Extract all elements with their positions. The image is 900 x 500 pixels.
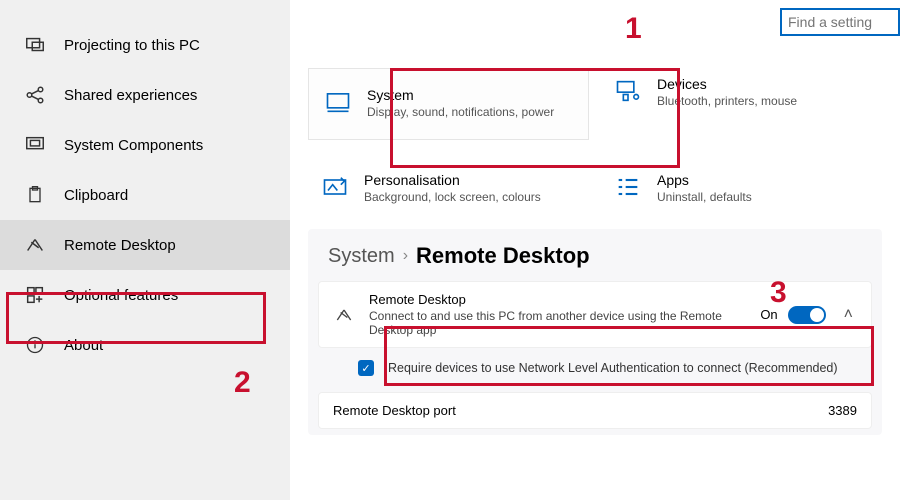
port-value: 3389 <box>828 403 857 418</box>
nla-checkbox[interactable]: ✓ <box>358 360 374 376</box>
share-icon <box>24 84 46 106</box>
breadcrumb-current: Remote Desktop <box>416 243 590 269</box>
chevron-right-icon: › <box>403 247 408 265</box>
content-area: System Display, sound, notifications, po… <box>290 0 900 500</box>
devices-icon <box>613 76 643 106</box>
row-title: Remote Desktop <box>369 292 746 307</box>
projecting-icon <box>24 34 46 56</box>
remote-desktop-port-row[interactable]: Remote Desktop port 3389 <box>318 392 872 429</box>
sidebar-item-label: Optional features <box>64 287 178 304</box>
sidebar-item-label: About <box>64 337 103 354</box>
nla-checkbox-row[interactable]: ✓ Require devices to use Network Level A… <box>318 354 872 386</box>
clipboard-icon <box>24 184 46 206</box>
tile-sub: Display, sound, notifications, power <box>367 105 574 121</box>
toggle-state-label: On <box>760 307 777 322</box>
sidebar-item-optional-features[interactable]: Optional features <box>0 270 290 320</box>
annotation-number-1: 1 <box>625 12 642 46</box>
sidebar-item-shared-experiences[interactable]: Shared experiences <box>0 70 290 120</box>
sidebar-item-label: Shared experiences <box>64 87 197 104</box>
sidebar-item-label: System Components <box>64 137 203 154</box>
row-desc: Connect to and use this PC from another … <box>369 309 746 337</box>
tile-system[interactable]: System Display, sound, notifications, po… <box>308 68 589 140</box>
tile-sub: Bluetooth, printers, mouse <box>657 94 870 110</box>
settings-tiles: System Display, sound, notifications, po… <box>308 68 882 213</box>
info-icon <box>24 334 46 356</box>
tile-sub: Background, lock screen, colours <box>364 190 577 206</box>
remote-desktop-row-icon <box>333 304 355 326</box>
tile-title: Personalisation <box>364 172 577 188</box>
sidebar-item-clipboard[interactable]: Clipboard <box>0 170 290 220</box>
tile-sub: Uninstall, defaults <box>657 190 870 206</box>
tile-title: Apps <box>657 172 870 188</box>
sidebar-item-label: Clipboard <box>64 187 128 204</box>
remote-desktop-panel: System › Remote Desktop Remote Desktop C… <box>308 229 882 435</box>
settings-sidebar: Projecting to this PC Shared experiences… <box>0 0 290 500</box>
remote-desktop-toggle[interactable] <box>788 306 826 324</box>
personalisation-icon <box>320 172 350 202</box>
components-icon <box>24 134 46 156</box>
sidebar-item-label: Projecting to this PC <box>64 37 200 54</box>
sidebar-item-remote-desktop[interactable]: Remote Desktop <box>0 220 290 270</box>
tile-apps[interactable]: Apps Uninstall, defaults <box>601 164 882 214</box>
remote-desktop-icon <box>24 234 46 256</box>
tile-title: System <box>367 87 574 103</box>
system-icon <box>323 87 353 117</box>
port-label: Remote Desktop port <box>333 403 828 418</box>
search-input[interactable] <box>780 8 900 36</box>
tile-devices[interactable]: Devices Bluetooth, printers, mouse <box>601 68 882 140</box>
sidebar-item-about[interactable]: About <box>0 320 290 370</box>
tile-title: Devices <box>657 76 870 92</box>
sidebar-item-system-components[interactable]: System Components <box>0 120 290 170</box>
apps-icon <box>613 172 643 202</box>
tile-personalisation[interactable]: Personalisation Background, lock screen,… <box>308 164 589 214</box>
remote-desktop-toggle-row[interactable]: Remote Desktop Connect to and use this P… <box>318 281 872 348</box>
nla-label: Require devices to use Network Level Aut… <box>388 361 858 375</box>
sidebar-item-label: Remote Desktop <box>64 237 176 254</box>
sidebar-item-projecting[interactable]: Projecting to this PC <box>0 20 290 70</box>
features-icon <box>24 284 46 306</box>
breadcrumb-root[interactable]: System <box>328 245 395 268</box>
chevron-up-icon[interactable]: ˄ <box>840 306 857 324</box>
breadcrumb: System › Remote Desktop <box>318 239 872 281</box>
